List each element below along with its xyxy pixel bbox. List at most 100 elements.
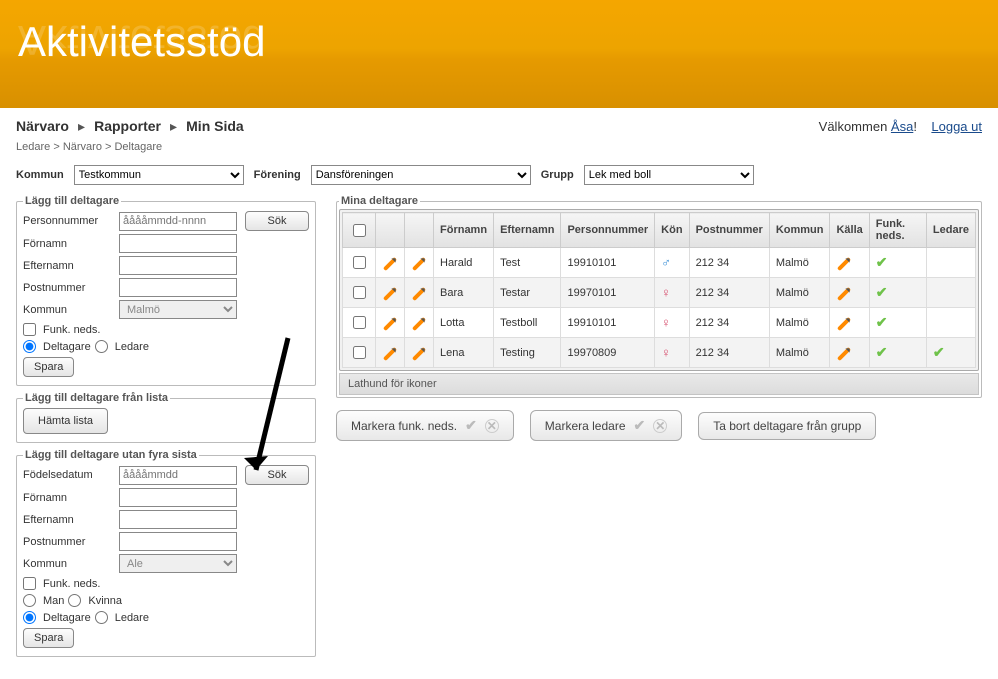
col-fornamn[interactable]: Förnamn [434, 213, 494, 248]
cell-kommun: Malmö [769, 338, 830, 368]
ledare-radio[interactable] [95, 340, 108, 353]
cell-kommun: Malmö [769, 308, 830, 338]
col-funk-neds[interactable]: Funk. neds. [869, 213, 926, 248]
row-checkbox[interactable] [353, 316, 366, 329]
markera-funk-button[interactable]: Markera funk. neds. ✔ ✕ [336, 410, 514, 441]
man-radio[interactable] [23, 594, 36, 607]
ta-bort-button[interactable]: Ta bort deltagare från grupp [698, 412, 876, 440]
edit-icon[interactable] [412, 257, 426, 271]
edit-icon[interactable] [837, 317, 851, 331]
funk-neds-checkbox[interactable] [23, 323, 36, 336]
kommun-label-2: Kommun [23, 558, 113, 570]
cell-efternamn: Testing [494, 338, 561, 368]
filter-row: Kommun Testkommun Förening Dansföreninge… [0, 161, 998, 195]
cell-pnr: 19970101 [561, 278, 655, 308]
check-icon: ✔ [876, 254, 888, 270]
spara-button-2[interactable]: Spara [23, 628, 74, 648]
edit-icon[interactable] [837, 347, 851, 361]
cell-fornamn: Lena [434, 338, 494, 368]
table-row: LenaTesting19970809♀212 34Malmö✔✔ [343, 338, 976, 368]
filter-grupp-select[interactable]: Lek med boll [584, 165, 754, 185]
spara-button-1[interactable]: Spara [23, 357, 74, 377]
welcome-user-link[interactable]: Åsa [891, 119, 913, 134]
kommun-label: Kommun [23, 304, 113, 316]
edit-icon[interactable] [383, 347, 397, 361]
edit-icon[interactable] [412, 347, 426, 361]
postnummer-input[interactable] [119, 278, 237, 297]
breadcrumb-narvaro[interactable]: Närvaro [63, 141, 102, 153]
edit-icon[interactable] [383, 287, 397, 301]
add-participant-fieldset: Lägg till deltagare Personnummer Sök För… [16, 195, 316, 386]
edit-icon[interactable] [837, 287, 851, 301]
kommun-select[interactable]: Malmö [119, 300, 237, 319]
filter-kommun-select[interactable]: Testkommun [74, 165, 244, 185]
col-kalla[interactable]: Källa [830, 213, 869, 248]
deltagare-table: Förnamn Efternamn Personnummer Kön Postn… [342, 212, 976, 368]
hamta-lista-button[interactable]: Hämta lista [23, 408, 108, 434]
edit-icon[interactable] [412, 317, 426, 331]
cell-post: 212 34 [689, 338, 769, 368]
row-checkbox[interactable] [353, 346, 366, 359]
efternamn-label-2: Efternamn [23, 514, 113, 526]
edit-icon[interactable] [383, 257, 397, 271]
fodelsedatum-input[interactable] [119, 466, 237, 485]
postnummer-input-2[interactable] [119, 532, 237, 551]
cell-kommun: Malmö [769, 248, 830, 278]
col-ledare[interactable]: Ledare [926, 213, 975, 248]
filter-forening-label: Förening [254, 169, 301, 181]
edit-icon[interactable] [383, 317, 397, 331]
funk-neds-checkbox-2[interactable] [23, 577, 36, 590]
ledare-radio-label: Ledare [115, 341, 149, 353]
cell-fornamn: Bara [434, 278, 494, 308]
select-all-checkbox[interactable] [353, 224, 366, 237]
fornamn-input[interactable] [119, 234, 237, 253]
postnummer-label: Postnummer [23, 282, 113, 294]
nav-narvaro[interactable]: Närvaro [16, 118, 69, 134]
add-from-list-legend: Lägg till deltagare från lista [23, 392, 170, 404]
female-icon: ♀ [661, 315, 671, 330]
kommun-select-2[interactable]: Ale [119, 554, 237, 573]
deltagare-radio[interactable] [23, 340, 36, 353]
row-checkbox[interactable] [353, 286, 366, 299]
table-row: BaraTestar19970101♀212 34Malmö✔ [343, 278, 976, 308]
x-icon: ✕ [653, 419, 667, 433]
col-kommun[interactable]: Kommun [769, 213, 830, 248]
nav-min-sida[interactable]: Min Sida [186, 118, 244, 134]
fornamn-input-2[interactable] [119, 488, 237, 507]
nav-rapporter[interactable]: Rapporter [94, 118, 161, 134]
cell-fornamn: Harald [434, 248, 494, 278]
mina-deltagare-legend: Mina deltagare [339, 195, 420, 207]
add-no-four-fieldset: Lägg till deltagare utan fyra sista Föde… [16, 449, 316, 657]
markera-ledare-label: Markera ledare [545, 419, 626, 433]
logout-link[interactable]: Logga ut [931, 119, 982, 134]
filter-forening-select[interactable]: Dansföreningen [311, 165, 531, 185]
cell-efternamn: Test [494, 248, 561, 278]
nav-sep-icon: ▸ [170, 118, 177, 134]
sok-button-2[interactable]: Sök [245, 465, 309, 485]
ledare-radio-2[interactable] [95, 611, 108, 624]
sok-button-1[interactable]: Sök [245, 211, 309, 231]
female-icon: ♀ [661, 285, 671, 300]
col-personnummer[interactable]: Personnummer [561, 213, 655, 248]
cell-pnr: 19910101 [561, 308, 655, 338]
col-efternamn[interactable]: Efternamn [494, 213, 561, 248]
deltagare-radio-2[interactable] [23, 611, 36, 624]
efternamn-label: Efternamn [23, 260, 113, 272]
edit-icon[interactable] [837, 257, 851, 271]
deltagare-radio-label: Deltagare [43, 341, 91, 353]
col-kon[interactable]: Kön [655, 213, 689, 248]
breadcrumb-ledare[interactable]: Ledare [16, 141, 50, 153]
lathund-bar[interactable]: Lathund för ikoner [339, 373, 979, 395]
markera-ledare-button[interactable]: Markera ledare ✔ ✕ [530, 410, 682, 441]
cell-kommun: Malmö [769, 278, 830, 308]
personnummer-input[interactable] [119, 212, 237, 231]
efternamn-input[interactable] [119, 256, 237, 275]
kvinna-radio[interactable] [68, 594, 81, 607]
ta-bort-label: Ta bort deltagare från grupp [713, 419, 861, 433]
efternamn-input-2[interactable] [119, 510, 237, 529]
cell-gender: ♀ [655, 338, 689, 368]
col-postnummer[interactable]: Postnummer [689, 213, 769, 248]
edit-icon[interactable] [412, 287, 426, 301]
row-checkbox[interactable] [353, 256, 366, 269]
table-row: LottaTestboll19910101♀212 34Malmö✔ [343, 308, 976, 338]
